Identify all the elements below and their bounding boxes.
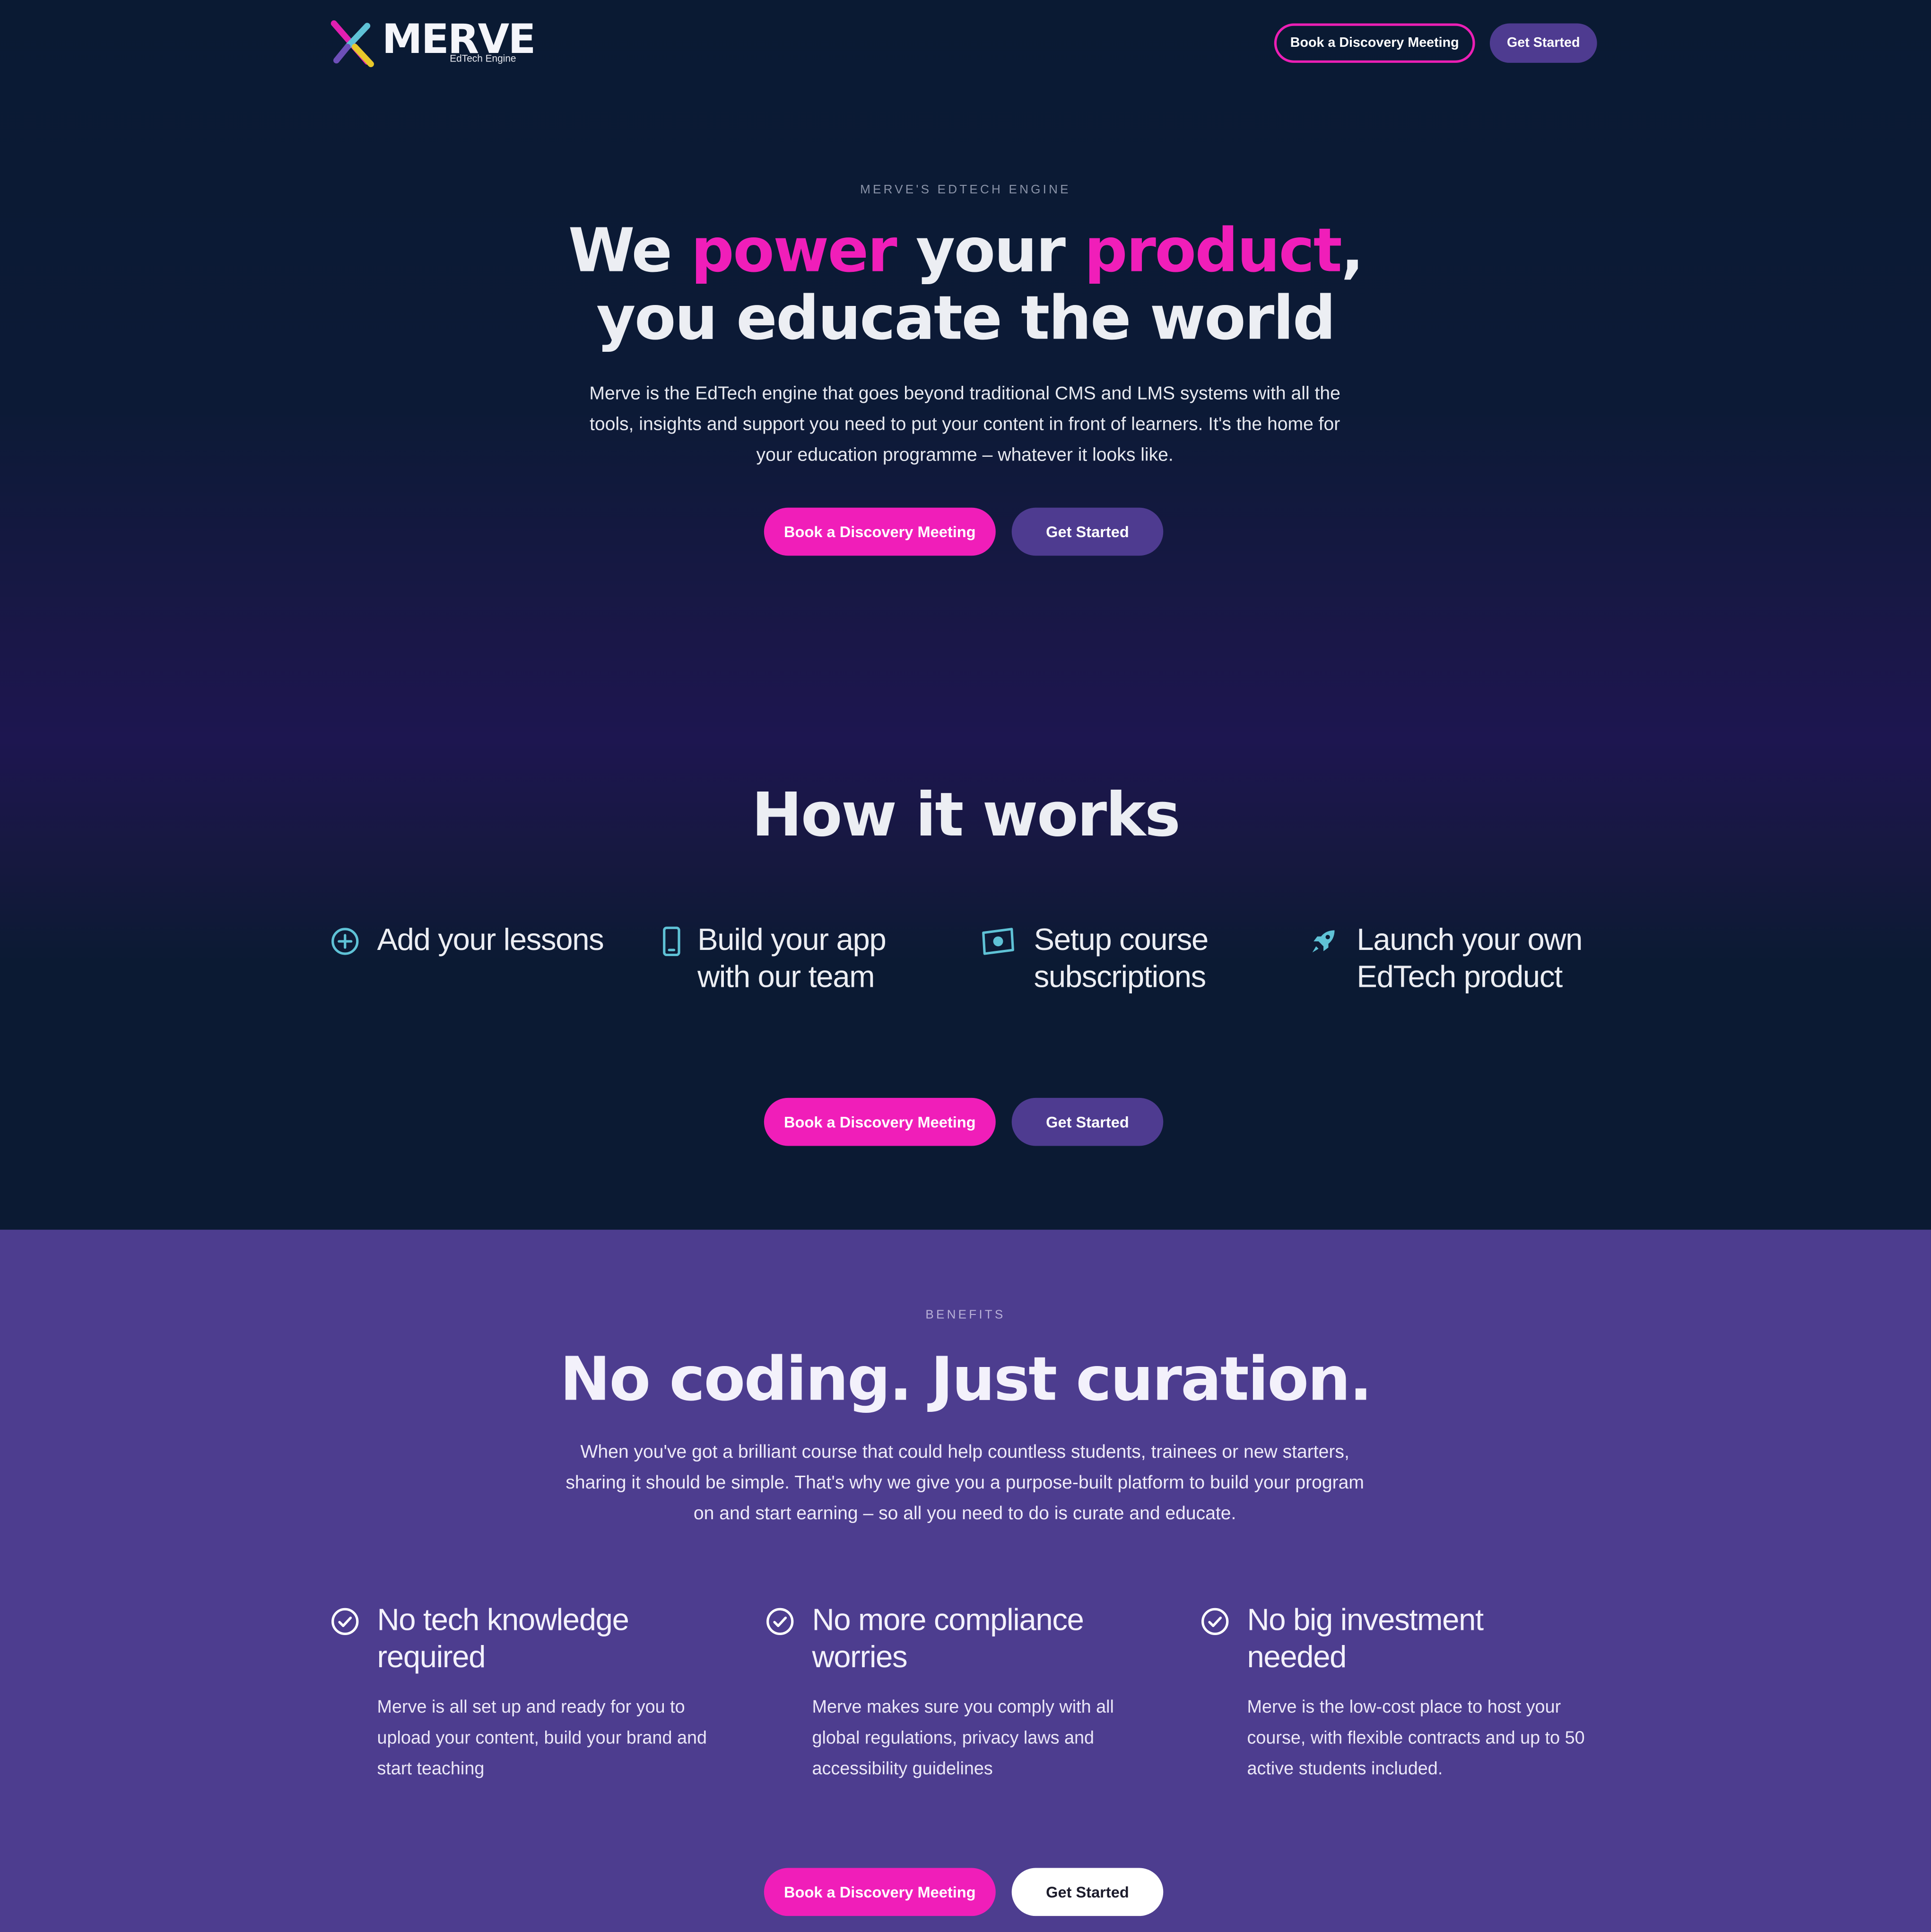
benefit-title: No more compliance worries — [812, 1603, 1084, 1675]
header-get-started-button[interactable]: Get Started — [1489, 23, 1597, 63]
step-setup-subscriptions: Setup course subscriptions — [981, 922, 1277, 1008]
check-circle-icon — [1201, 1608, 1229, 1636]
step-label: Build your app with our team — [697, 922, 887, 994]
check-circle-icon — [766, 1608, 794, 1636]
benefits-get-started-button[interactable]: Get Started — [1011, 1868, 1164, 1916]
benefits-book-meeting-button[interactable]: Book a Discovery Meeting — [764, 1868, 996, 1916]
hero-section: MERVE EdTech Engine Book a Discovery Mee… — [0, 0, 1931, 1230]
benefits-eyebrow: BENEFITS — [925, 1308, 1006, 1323]
hero-get-started-button[interactable]: Get Started — [1011, 507, 1164, 556]
hero-description: Merve is the EdTech engine that goes bey… — [589, 383, 1340, 466]
plus-circle-icon — [331, 928, 359, 955]
benefit-title: No big investment needed — [1247, 1603, 1484, 1675]
merve-x-logo-icon — [331, 20, 374, 68]
money-bill-icon — [982, 928, 1014, 955]
check-circle-icon — [331, 1608, 359, 1636]
hero-eyebrow: MERVE'S EDTECH ENGINE — [860, 183, 1071, 197]
header-book-meeting-button[interactable]: Book a Discovery Meeting — [1274, 23, 1475, 63]
hero-title-power: power — [691, 216, 897, 286]
how-book-meeting-button[interactable]: Book a Discovery Meeting — [764, 1097, 996, 1146]
logo-tagline: EdTech Engine — [450, 53, 516, 64]
step-label: Setup course subscriptions — [1034, 922, 1209, 994]
how-get-started-button[interactable]: Get Started — [1011, 1097, 1164, 1146]
hero-title-line2: you educate the world — [596, 283, 1336, 354]
benefit-title: No tech knowledge required — [377, 1603, 629, 1675]
hero-title-product: product — [1084, 216, 1342, 286]
hero-book-meeting-button[interactable]: Book a Discovery Meeting — [764, 507, 996, 556]
hero-title-your: your — [896, 216, 1085, 286]
how-it-works-title: How it works — [751, 780, 1181, 851]
step-label: Add your lessons — [377, 922, 604, 957]
hero-title-comma: , — [1341, 216, 1364, 286]
benefit-body: Merve makes sure you comply with all glo… — [812, 1697, 1114, 1779]
step-add-lessons: Add your lessons — [330, 922, 626, 1008]
benefit-body: Merve is the low-cost place to host your… — [1247, 1697, 1585, 1779]
benefits-title: No coding. Just curation. — [560, 1344, 1372, 1415]
step-launch-product: Launch your own EdTech product — [1309, 922, 1604, 1008]
hero-title-we: We — [568, 216, 691, 286]
benefit-body: Merve is all set up and ready for you to… — [377, 1697, 707, 1779]
step-label: Launch your own EdTech product — [1357, 922, 1583, 994]
hero-title: We power your product, you educate the w… — [0, 217, 1931, 353]
mobile-phone-icon — [663, 926, 680, 957]
step-build-app: Build your app with our team — [657, 922, 952, 1008]
benefits-section: BENEFITS No coding. Just curation. When … — [0, 1229, 1931, 1932]
benefits-description: When you've got a brilliant course that … — [565, 1441, 1364, 1524]
merve-logo[interactable]: MERVE EdTech Engine — [330, 17, 536, 69]
rocket-icon — [1312, 930, 1335, 953]
